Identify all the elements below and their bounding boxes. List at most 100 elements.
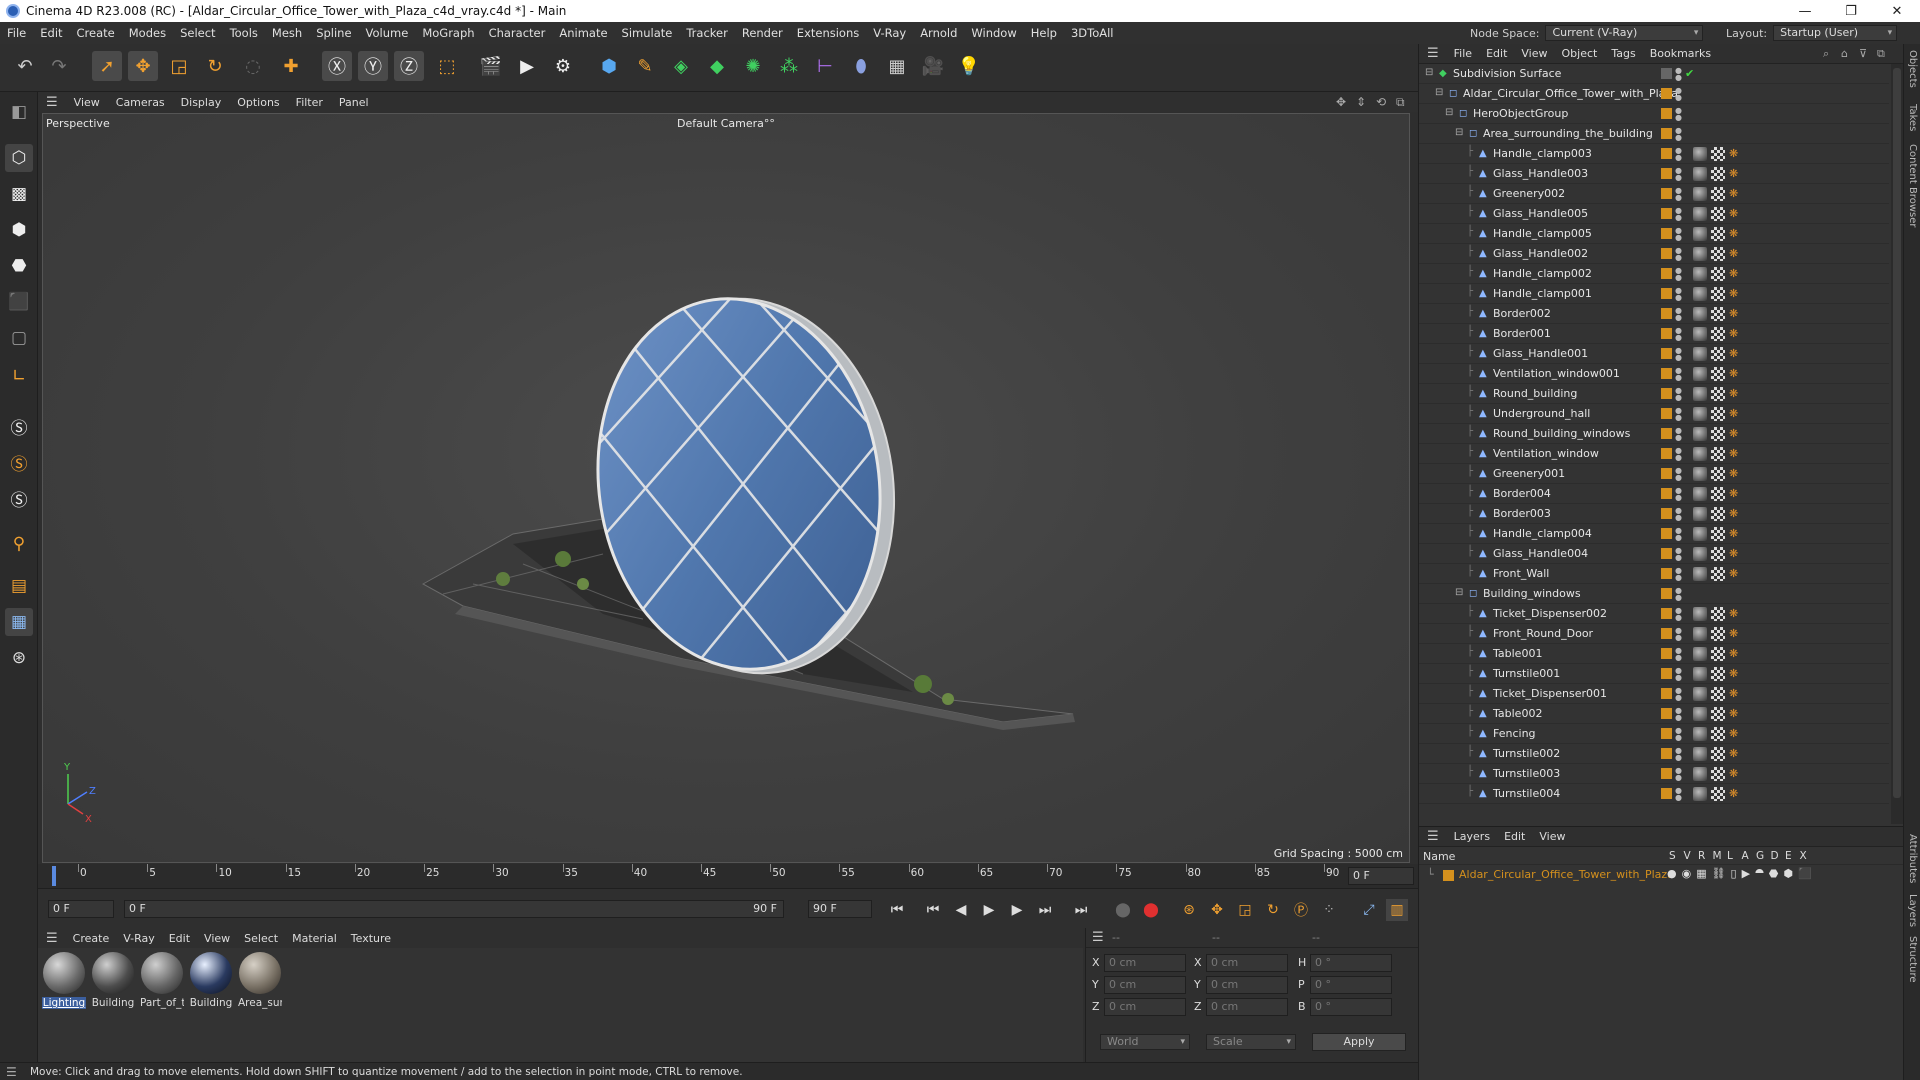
layer-color-tag[interactable] — [1661, 368, 1672, 379]
key-scale-icon[interactable]: ◲ — [1234, 899, 1256, 921]
material-tag-icon[interactable] — [1693, 307, 1707, 321]
spline-pen-icon[interactable]: ✎ — [630, 51, 660, 81]
material-tag-icon[interactable] — [1693, 687, 1707, 701]
object-new-window-icon[interactable]: ⧉ — [1877, 47, 1885, 61]
visibility-dots[interactable]: ● ● — [1675, 167, 1682, 182]
material-tag-icon[interactable] — [1711, 727, 1725, 741]
object-name[interactable]: HeroObjectGroup — [1473, 107, 1568, 120]
model-mode-icon[interactable]: ⬡ — [5, 144, 33, 172]
z-axis-lock-icon[interactable]: Ⓩ — [394, 51, 424, 81]
go-to-end-icon[interactable]: ⏭ — [1070, 899, 1092, 921]
object-row[interactable]: ├ ▲ Ticket_Dispenser001 ● ● ❋ — [1419, 684, 1889, 704]
tree-expand-icon[interactable]: ⊟ — [1425, 67, 1433, 78]
render-settings-icon[interactable]: ⚙ — [548, 51, 578, 81]
layer-color-tag[interactable] — [1661, 788, 1672, 799]
material-preview-ball[interactable] — [141, 952, 183, 994]
material-name[interactable]: Area_sur — [238, 997, 282, 1009]
layer-color-tag[interactable] — [1661, 288, 1672, 299]
vray-tag-icon[interactable]: ❋ — [1729, 567, 1743, 581]
next-frame-icon[interactable]: ▶ — [1006, 899, 1028, 921]
object-row[interactable]: ├ ▲ Turnstile004 ● ● ❋ — [1419, 784, 1889, 804]
edges-mode-icon[interactable]: ⬣ — [5, 252, 33, 280]
material-preview-ball[interactable] — [92, 952, 134, 994]
object-name[interactable]: Fencing — [1493, 727, 1536, 740]
material-tag-icon[interactable] — [1711, 767, 1725, 781]
close-button[interactable]: ✕ — [1874, 0, 1920, 22]
visibility-dots[interactable]: ● ● — [1675, 447, 1682, 462]
object-name[interactable]: Greenery001 — [1493, 467, 1565, 480]
material-tag-icon[interactable] — [1693, 507, 1707, 521]
material-tag-icon[interactable] — [1711, 747, 1725, 761]
material-tag-icon[interactable] — [1711, 347, 1725, 361]
menu-simulate[interactable]: Simulate — [615, 26, 680, 40]
visibility-dots[interactable]: ● ● — [1675, 667, 1682, 682]
object-menu-bookmarks[interactable]: Bookmarks — [1643, 47, 1718, 60]
viewport-menu-display[interactable]: Display — [173, 96, 230, 109]
object-name[interactable]: Border004 — [1493, 487, 1551, 500]
layer-color-tag[interactable] — [1661, 768, 1672, 779]
material-tag-icon[interactable] — [1711, 207, 1725, 221]
object-name[interactable]: Area_surrounding_the_building — [1483, 127, 1653, 140]
render-picture-viewer-icon[interactable]: ▶ — [512, 51, 542, 81]
layer-flag-icons[interactable]: ●◉▦⛓▯▶⯊⬣⬢⬛ — [1667, 867, 1817, 881]
coordinates-hamburger-icon[interactable]: ☰ — [1092, 930, 1104, 945]
play-icon[interactable]: ▶ — [978, 899, 1000, 921]
record-motion-icon[interactable]: ⬤ — [1112, 899, 1134, 921]
generator-icon[interactable]: ◈ — [666, 51, 696, 81]
coord-value-field[interactable]: 0 cm — [1104, 976, 1186, 994]
vray-tag-icon[interactable]: ❋ — [1729, 207, 1743, 221]
coord-value-field[interactable]: 0 ° — [1310, 976, 1392, 994]
deformer-icon[interactable]: ⊢ — [810, 51, 840, 81]
vray-tag-icon[interactable]: ❋ — [1729, 727, 1743, 741]
menu-tools[interactable]: Tools — [223, 26, 265, 40]
coord-value-field[interactable]: 0 cm — [1104, 998, 1186, 1016]
object-row[interactable]: ├ ▲ Glass_Handle004 ● ● ❋ — [1419, 544, 1889, 564]
vray-tag-icon[interactable]: ❋ — [1729, 547, 1743, 561]
material-tag-icon[interactable] — [1711, 527, 1725, 541]
layer-color-tag[interactable] — [1661, 408, 1672, 419]
vray-tag-icon[interactable]: ❋ — [1729, 367, 1743, 381]
menu-mesh[interactable]: Mesh — [265, 26, 309, 40]
previous-key-icon[interactable]: ⏮ — [922, 899, 944, 921]
visibility-dots[interactable]: ● ● — [1675, 687, 1682, 702]
world-dropdown[interactable]: World — [1100, 1034, 1190, 1050]
layer-color-tag[interactable] — [1661, 68, 1672, 79]
object-name[interactable]: Table001 — [1493, 647, 1542, 660]
menu-window[interactable]: Window — [964, 26, 1023, 40]
visibility-dots[interactable]: ● ● — [1675, 407, 1682, 422]
visibility-dots[interactable]: ● ● — [1675, 707, 1682, 722]
object-row[interactable]: ├ ▲ Fencing ● ● ❋ — [1419, 724, 1889, 744]
select-arrow-icon[interactable]: ➚ — [92, 51, 122, 81]
material-item[interactable]: Building — [91, 952, 135, 1009]
move-tool-icon[interactable]: ✥ — [128, 51, 158, 81]
object-name[interactable]: Border003 — [1493, 507, 1551, 520]
layer-color-tag[interactable] — [1661, 528, 1672, 539]
layer-color-tag[interactable] — [1661, 388, 1672, 399]
visibility-dots[interactable]: ● ● — [1675, 547, 1682, 562]
material-tag-icon[interactable] — [1693, 327, 1707, 341]
vray-tag-icon[interactable]: ❋ — [1729, 467, 1743, 481]
material-tag-icon[interactable] — [1693, 787, 1707, 801]
tree-expand-icon[interactable]: ⊟ — [1445, 107, 1453, 118]
tab-layers[interactable]: Layers — [1907, 894, 1918, 927]
layer-color-tag[interactable] — [1661, 708, 1672, 719]
camera-icon[interactable]: 🎥 — [918, 51, 948, 81]
vray-tag-icon[interactable]: ❋ — [1729, 407, 1743, 421]
menu-help[interactable]: Help — [1024, 26, 1064, 40]
object-name[interactable]: Front_Wall — [1493, 567, 1549, 580]
material-menu-v-ray[interactable]: V-Ray — [116, 932, 162, 945]
vray-tag-icon[interactable]: ❋ — [1729, 387, 1743, 401]
material-tag-icon[interactable] — [1711, 567, 1725, 581]
tab-structure[interactable]: Structure — [1907, 936, 1918, 983]
vray-tag-icon[interactable]: ❋ — [1729, 607, 1743, 621]
key-parameter-icon[interactable]: Ⓟ — [1290, 899, 1312, 921]
visibility-dots[interactable]: ● ● — [1675, 67, 1682, 82]
object-row[interactable]: ├ ▲ Greenery001 ● ● ❋ — [1419, 464, 1889, 484]
layer-color-tag[interactable] — [1661, 748, 1672, 759]
object-row[interactable]: ├ ▲ Glass_Handle002 ● ● ❋ — [1419, 244, 1889, 264]
visibility-dots[interactable]: ● ● — [1675, 227, 1682, 242]
object-row[interactable]: ├ ▲ Turnstile003 ● ● ❋ — [1419, 764, 1889, 784]
menu-extensions[interactable]: Extensions — [790, 26, 866, 40]
material-tag-icon[interactable] — [1693, 527, 1707, 541]
material-tag-icon[interactable] — [1711, 167, 1725, 181]
